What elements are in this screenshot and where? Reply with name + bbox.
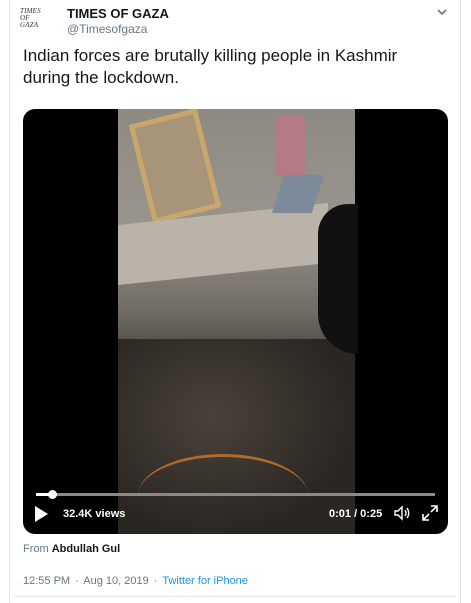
video-player[interactable]: 32.4K views 0:01 / 0:25 [23, 109, 448, 534]
avatar[interactable]: TIMES OF GAZA [20, 8, 62, 36]
account-name[interactable]: TIMES OF GAZA [67, 6, 169, 21]
meta-separator: · [75, 575, 79, 587]
tweet-text: Indian forces are brutally killing peopl… [23, 46, 398, 87]
video-frame[interactable] [118, 109, 358, 534]
video-attribution: From Abdullah Gul [23, 543, 120, 555]
video-progress-knob[interactable] [47, 490, 57, 499]
tweet-meta: 12:55 PM · Aug 10, 2019 · Twitter for iP… [23, 575, 248, 587]
divider [14, 596, 456, 597]
tweet-time[interactable]: 12:55 PM [23, 575, 70, 587]
video-progress-bar[interactable] [36, 490, 435, 499]
play-icon[interactable] [35, 506, 48, 522]
account-handle[interactable]: @Timesofgaza [67, 22, 147, 36]
volume-icon[interactable] [393, 504, 411, 522]
attribution-name[interactable]: Abdullah Gul [52, 543, 120, 555]
video-controls: 32.4K views 0:01 / 0:25 [23, 504, 448, 526]
tweet-date[interactable]: Aug 10, 2019 [83, 575, 148, 587]
view-count: 32.4K views [63, 508, 126, 520]
video-time: 0:01 / 0:25 [329, 508, 383, 520]
fullscreen-icon[interactable] [421, 504, 439, 522]
meta-separator: · [153, 575, 158, 587]
chevron-down-icon[interactable] [436, 6, 448, 21]
tweet-source-app[interactable]: Twitter for iPhone [162, 575, 248, 587]
attribution-prefix: From [23, 543, 49, 555]
avatar-text-line-3: GAZA [20, 21, 39, 29]
